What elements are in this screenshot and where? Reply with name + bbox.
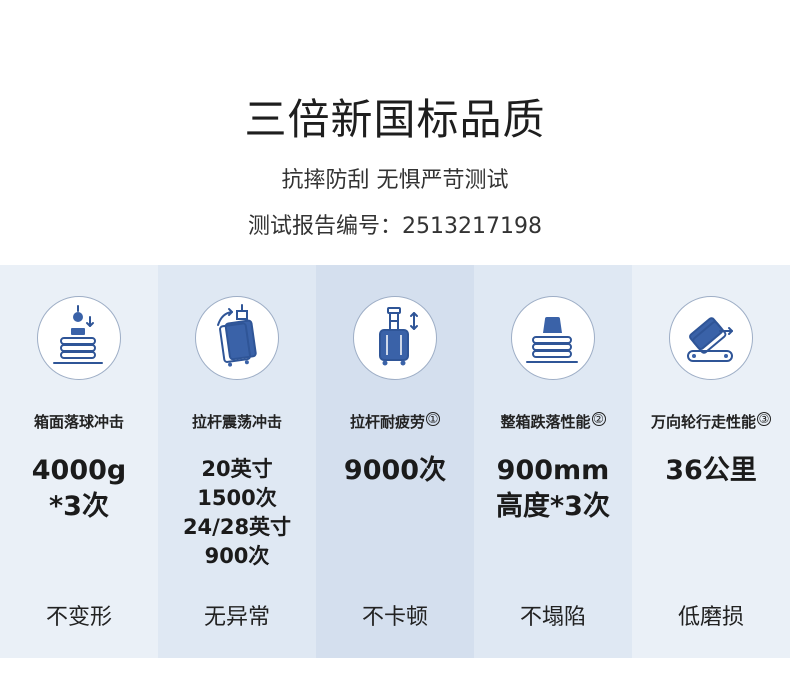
test-value: 36公里 [665,455,757,486]
footnote-marker: ① [426,412,440,426]
drop-weight-icon [53,305,103,364]
icon-circle [669,296,753,380]
wheel-conveyor-icon [687,317,733,362]
test-column-1: 箱面落球冲击 4000g *3次 不变形 [0,265,158,658]
test-value: 20英寸 1500次 24/28英寸 900次 [182,457,292,568]
test-column-4: 整箱跌落性能 ② 900mm 高度*3次 不塌陷 [474,265,632,658]
test-name: 箱面落球冲击 [33,413,124,431]
box-drop-icon [526,317,578,363]
test-value: 900mm 高度*3次 [496,455,610,522]
footnote-marker: ② [591,412,606,426]
header: 三倍新国标品质 抗摔防刮 无惧严苛测试 测试报告编号：2513217198 [0,0,790,265]
test-name: 万向轮行走性能 ③ [650,412,771,431]
test-value: 9000次 [343,455,447,486]
test-result: 无异常 [203,605,270,630]
luggage-shake-icon [217,304,257,367]
test-result: 不塌陷 [519,605,586,630]
page-subtitle: 抗摔防刮 无惧严苛测试 [281,168,509,193]
report-number: 测试报告编号：2513217198 [248,214,542,239]
test-name: 整箱跌落性能 ② [500,412,606,431]
test-column-3: 拉杆耐疲劳 ① 9000次 不卡顿 [316,265,474,658]
test-name: 拉杆耐疲劳 ① [349,412,440,431]
footnote-marker: ③ [757,412,771,426]
trolley-handle-icon [379,307,418,366]
test-result: 不变形 [45,605,112,630]
icon-circle [37,296,121,380]
icon-circle [511,296,595,380]
test-result: 不卡顿 [361,605,428,630]
page-title: 三倍新国标品质 [244,95,546,144]
test-result: 低磨损 [677,605,744,630]
test-columns: 箱面落球冲击 4000g *3次 不变形 拉杆震荡冲击 20英寸 1500次 2… [0,265,790,658]
test-column-5: 万向轮行走性能 ③ 36公里 低磨损 [632,265,790,658]
test-name: 拉杆震荡冲击 [191,413,282,431]
test-value: 4000g *3次 [31,455,127,522]
test-column-2: 拉杆震荡冲击 20英寸 1500次 24/28英寸 900次 无异常 [158,265,316,658]
icon-circle [353,296,437,380]
icon-circle [195,296,279,380]
